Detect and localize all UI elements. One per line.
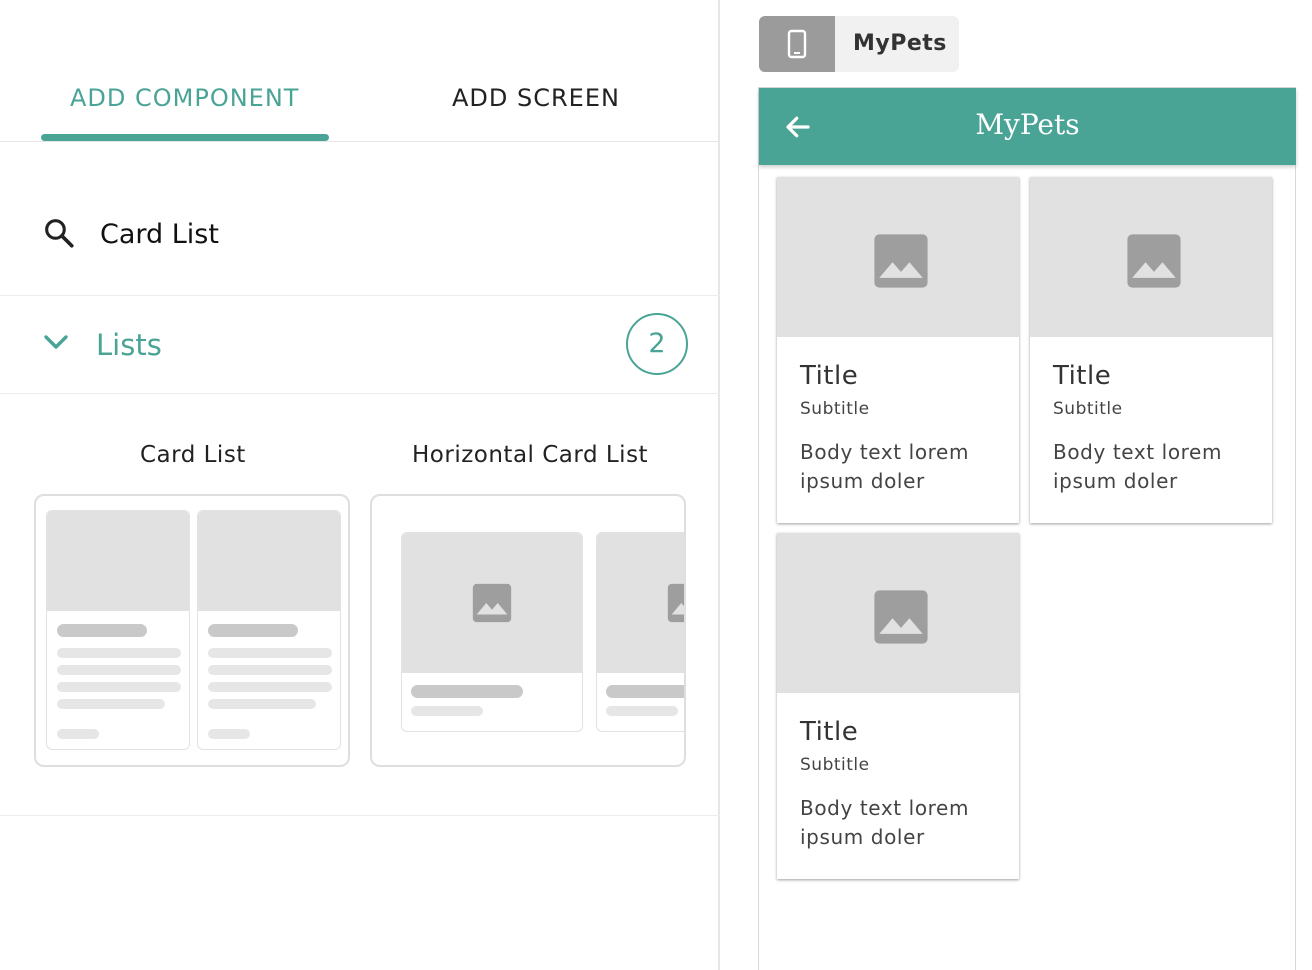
screen-preview-panel: MyPets MyPets Title Subtitle Body text l… bbox=[722, 0, 1312, 970]
screen-name: MyPets bbox=[853, 31, 947, 56]
lists-section-header[interactable]: Lists 2 bbox=[0, 296, 720, 394]
section-label: Lists bbox=[96, 328, 162, 362]
image-placeholder bbox=[597, 533, 684, 673]
image-icon bbox=[472, 583, 512, 623]
text-placeholder bbox=[57, 729, 99, 739]
text-placeholder bbox=[606, 706, 678, 716]
chevron-down-icon bbox=[44, 335, 68, 349]
divider bbox=[0, 815, 720, 816]
horizontal-card-list-label: Horizontal Card List bbox=[412, 442, 649, 468]
image-placeholder bbox=[47, 511, 189, 611]
title-placeholder bbox=[208, 624, 298, 637]
title-placeholder bbox=[411, 685, 523, 698]
text-placeholder bbox=[208, 699, 316, 709]
device-selector: MyPets bbox=[759, 16, 959, 72]
device-toggle-button[interactable] bbox=[759, 16, 835, 72]
mini-card bbox=[197, 510, 341, 750]
app-title: MyPets bbox=[975, 108, 1080, 141]
title-placeholder bbox=[606, 685, 684, 698]
text-placeholder bbox=[208, 729, 250, 739]
text-placeholder bbox=[57, 665, 181, 675]
active-tab-indicator bbox=[41, 134, 329, 141]
card-image bbox=[777, 177, 1019, 337]
image-icon bbox=[874, 234, 928, 288]
tab-add-component[interactable]: ADD COMPONENT bbox=[70, 84, 299, 112]
card-image bbox=[777, 533, 1019, 693]
text-placeholder bbox=[411, 706, 483, 716]
image-icon bbox=[874, 590, 928, 644]
image-placeholder bbox=[402, 533, 582, 673]
mini-card bbox=[46, 510, 190, 750]
card-body: Body text lorem ipsum doler bbox=[800, 796, 970, 849]
search-bar bbox=[0, 142, 720, 296]
component-panel: ADD COMPONENT ADD SCREEN Lists 2 Card Li… bbox=[0, 0, 720, 970]
card-title: Title bbox=[1053, 361, 1112, 391]
text-placeholder bbox=[208, 682, 332, 692]
image-icon bbox=[1127, 234, 1181, 288]
card-list-component[interactable] bbox=[34, 494, 350, 767]
card-list-label: Card List bbox=[140, 442, 246, 468]
text-placeholder bbox=[208, 648, 332, 658]
phone-screen: MyPets Title Subtitle Body text lorem ip… bbox=[758, 87, 1296, 970]
text-placeholder bbox=[208, 665, 332, 675]
title-placeholder bbox=[57, 624, 147, 637]
horizontal-card-list-component[interactable] bbox=[370, 494, 686, 767]
card[interactable]: Title Subtitle Body text lorem ipsum dol… bbox=[777, 533, 1019, 879]
app-bar: MyPets bbox=[759, 88, 1296, 165]
card-title: Title bbox=[800, 361, 859, 391]
search-input[interactable] bbox=[100, 214, 660, 254]
text-placeholder bbox=[57, 682, 181, 692]
phone-icon bbox=[787, 29, 807, 59]
tab-add-screen[interactable]: ADD SCREEN bbox=[452, 84, 620, 112]
card-subtitle: Subtitle bbox=[800, 399, 870, 419]
card-subtitle: Subtitle bbox=[1053, 399, 1123, 419]
card-subtitle: Subtitle bbox=[800, 755, 870, 775]
image-placeholder bbox=[198, 511, 340, 611]
card-title: Title bbox=[800, 717, 859, 747]
card-body: Body text lorem ipsum doler bbox=[1053, 440, 1223, 493]
card[interactable]: Title Subtitle Body text lorem ipsum dol… bbox=[777, 177, 1019, 523]
tab-bar: ADD COMPONENT ADD SCREEN bbox=[0, 0, 720, 142]
search-icon bbox=[45, 219, 74, 248]
card[interactable]: Title Subtitle Body text lorem ipsum dol… bbox=[1030, 177, 1272, 523]
card-image bbox=[1030, 177, 1272, 337]
mini-card bbox=[596, 532, 684, 732]
image-icon bbox=[667, 583, 684, 623]
text-placeholder bbox=[57, 699, 165, 709]
mini-card bbox=[401, 532, 583, 732]
card-body: Body text lorem ipsum doler bbox=[800, 440, 970, 493]
count-badge: 2 bbox=[626, 313, 688, 375]
text-placeholder bbox=[57, 648, 181, 658]
